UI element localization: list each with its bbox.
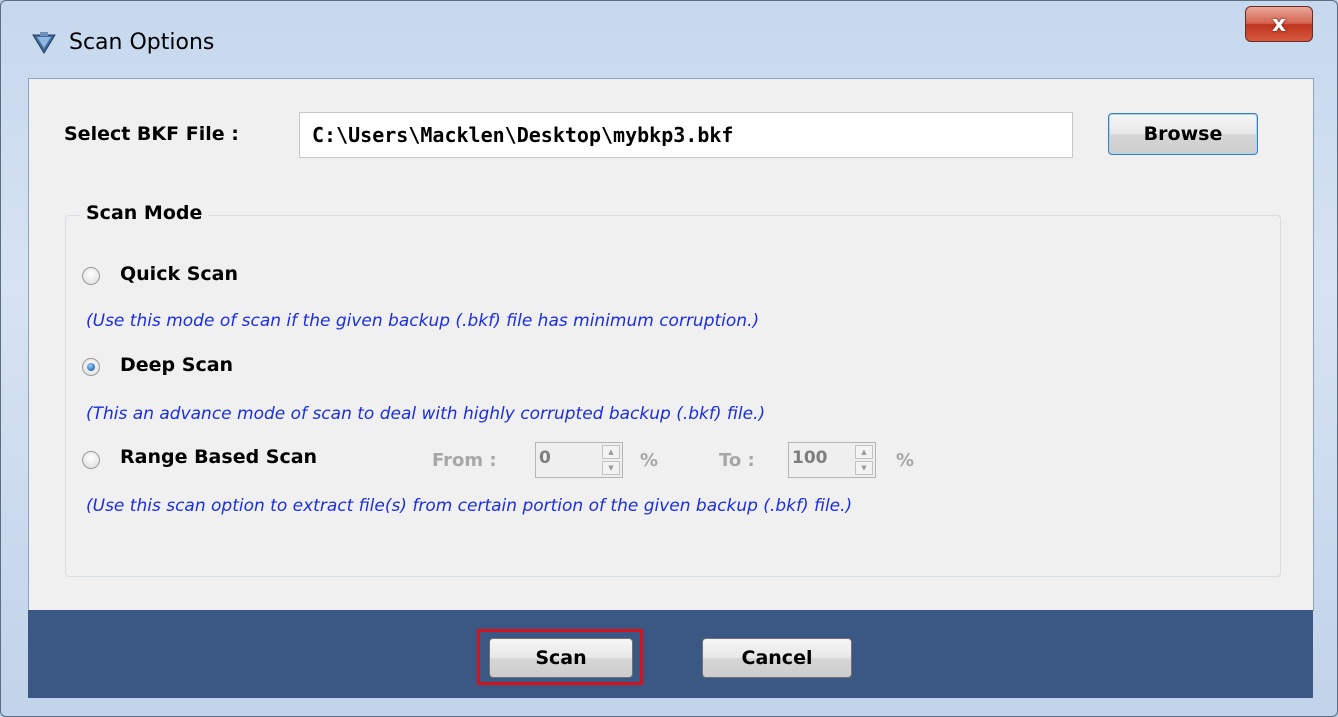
quick-scan-label[interactable]: Quick Scan [120,263,238,285]
range-from-spinner[interactable]: 0 ▲ ▼ [535,442,623,478]
range-from-unit: % [640,450,659,471]
spin-down-icon[interactable]: ▼ [602,461,620,475]
range-to-spinner[interactable]: 100 ▲ ▼ [788,442,876,478]
select-bkf-file-label: Select BKF File : [64,123,239,145]
range-from-label: From : [432,450,497,471]
scan-button[interactable]: Scan [489,638,633,678]
quick-scan-radio[interactable] [82,267,100,285]
deep-scan-label[interactable]: Deep Scan [120,354,233,376]
scan-options-window: Scan Options x Select BKF File : Browse … [0,0,1338,717]
browse-button[interactable]: Browse [1108,113,1258,155]
title-bar: Scan Options x [1,1,1337,77]
range-based-scan-description: (Use this scan option to extract file(s)… [86,496,853,516]
range-to-unit: % [896,450,915,471]
range-from-value: 0 [539,448,551,468]
range-to-arrows[interactable]: ▲ ▼ [855,445,873,475]
deep-scan-radio[interactable] [82,358,100,376]
scan-mode-legend: Scan Mode [80,202,209,224]
range-to-label: To : [719,450,755,471]
cancel-button[interactable]: Cancel [702,638,852,678]
app-logo-icon [31,31,57,55]
button-bar: Scan Cancel [28,610,1313,698]
scan-mode-group: Scan Mode Quick Scan (Use this mode of s… [65,202,1281,577]
range-to-value: 100 [792,448,828,468]
spin-up-icon[interactable]: ▲ [602,445,620,459]
range-from-arrows[interactable]: ▲ ▼ [602,445,620,475]
close-button[interactable]: x [1245,6,1313,42]
close-icon: x [1271,11,1287,37]
spin-down-icon[interactable]: ▼ [855,461,873,475]
deep-scan-description: (This an advance mode of scan to deal wi… [86,404,766,424]
dialog-body: Select BKF File : Browse Scan Mode Quick… [28,78,1314,611]
spin-up-icon[interactable]: ▲ [855,445,873,459]
range-based-scan-label[interactable]: Range Based Scan [120,446,317,468]
quick-scan-description: (Use this mode of scan if the given back… [86,311,760,331]
range-based-scan-radio[interactable] [82,451,100,469]
bkf-file-path-input[interactable] [299,112,1073,158]
window-title: Scan Options [69,30,215,55]
